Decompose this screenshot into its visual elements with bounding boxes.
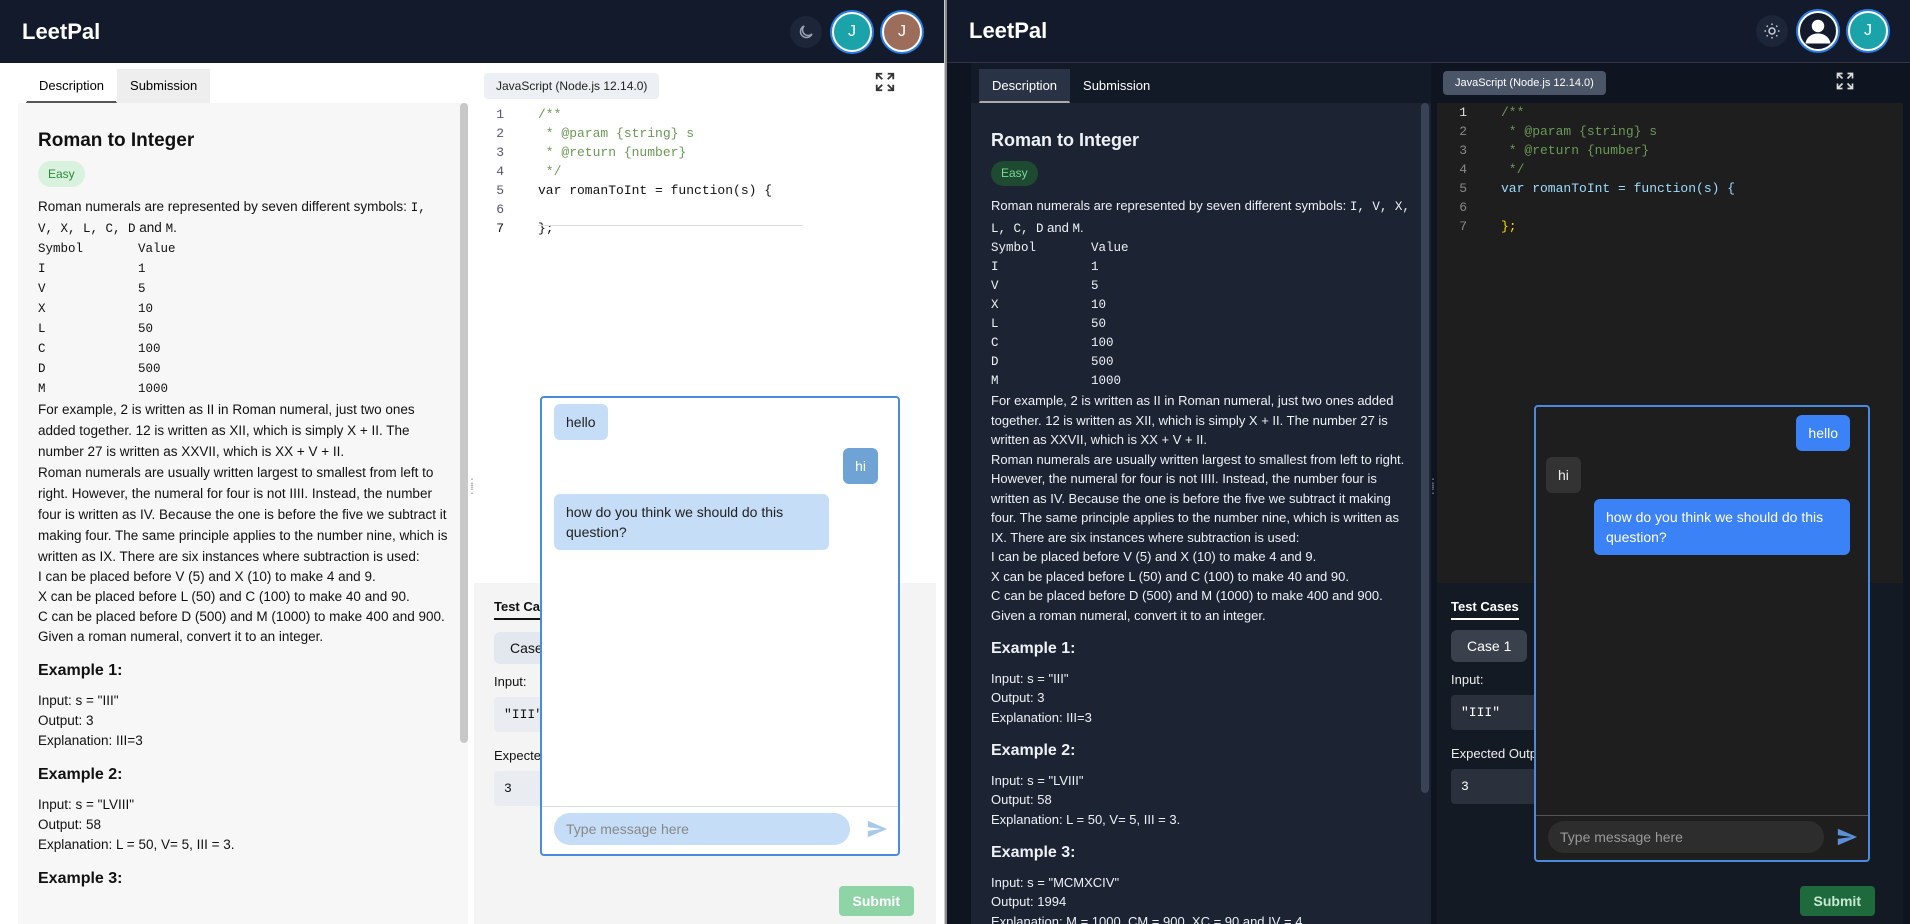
rule-2-dark: X can be placed before L (50) and C (100… xyxy=(991,568,1349,584)
app-header: LeetPal J J xyxy=(0,0,944,63)
example-1-title: Example 1: xyxy=(38,662,123,679)
example-3-output-dark: Output: 1994 xyxy=(991,894,1067,909)
app-logo[interactable]: LeetPal xyxy=(22,19,790,45)
rule-2: X can be placed before L (50) and C (100… xyxy=(38,589,410,604)
tab-description-dark[interactable]: Description xyxy=(979,69,1071,103)
language-selector[interactable]: JavaScript (Node.js 12.14.0) xyxy=(484,73,660,99)
example-1-output: Output: 3 xyxy=(38,713,94,728)
symbol-table: Symbol Value I1 V5 X 10 L 50 C 100 D 500 M 100… xyxy=(38,242,176,396)
problem-title: Roman to Integer xyxy=(38,130,195,151)
submit-button[interactable]: Submit xyxy=(838,886,914,916)
tab-submission-dark[interactable]: Submission xyxy=(1070,69,1163,103)
test-cases-tab-dark[interactable]: Test Cases xyxy=(1451,599,1519,620)
panel-resize-handle[interactable]: ⋮ ⋮ xyxy=(466,477,478,495)
problem-title-dark: Roman to Integer xyxy=(991,130,1140,150)
chat-input[interactable]: Type message here xyxy=(554,813,850,845)
fullscreen-icon[interactable] xyxy=(874,71,896,98)
code-editor[interactable]: 1/** 2 * @param {string} s 3 * @return {… xyxy=(474,105,914,245)
scrollbar-dark[interactable] xyxy=(1421,103,1429,793)
example-2-title: Example 2: xyxy=(38,766,123,783)
chat-window-dark: hello hi how do you think we should do t… xyxy=(1534,405,1870,862)
scrollbar[interactable] xyxy=(460,103,468,743)
para-order-dark: Roman numerals are usually written large… xyxy=(991,451,1405,545)
fullscreen-icon-dark[interactable] xyxy=(1835,71,1855,96)
description-panel: Description Submission Roman to Integer … xyxy=(18,63,468,924)
example-2-output-dark: Output: 58 xyxy=(991,792,1052,807)
chat-message-question: how do you think we should do this quest… xyxy=(554,494,829,550)
example-1-input: Input: s = "III" xyxy=(38,693,119,708)
rule-3-dark: C can be placed before D (500) and M (10… xyxy=(991,588,1383,603)
light-window: LeetPal J J Description Submission Roman… xyxy=(0,0,945,924)
tab-submission[interactable]: Submission xyxy=(117,69,211,103)
example-2-input: Input: s = "LVIII" xyxy=(38,797,135,812)
send-icon-dark[interactable] xyxy=(1836,826,1858,853)
panel-resize-handle-dark[interactable]: ⋮ ⋮ xyxy=(1427,477,1439,495)
sun-icon[interactable] xyxy=(1756,15,1788,47)
intro-text-dark: Roman numerals are represented by seven … xyxy=(991,198,1410,236)
avatar-dark[interactable]: J xyxy=(1848,11,1888,51)
language-selector-dark[interactable]: JavaScript (Node.js 12.14.0) xyxy=(1443,71,1606,95)
avatar-secondary[interactable]: J xyxy=(882,11,922,52)
moon-icon[interactable] xyxy=(790,15,822,48)
chat-message-hi: hi xyxy=(843,448,878,484)
difficulty-badge-dark: Easy xyxy=(991,160,1038,186)
app-header-dark: LeetPal J xyxy=(947,0,1910,63)
description-panel-dark: Description Submission Roman to Integer … xyxy=(971,63,1431,924)
submit-button-dark[interactable]: Submit xyxy=(1799,886,1875,916)
dark-window: LeetPal J Description Submission Roman t… xyxy=(947,0,1910,924)
para-order: Roman numerals are usually written large… xyxy=(38,465,448,564)
case-1-button-dark[interactable]: Case 1 xyxy=(1451,630,1528,662)
rule-3-closing: C can be placed before D (500) and M (10… xyxy=(38,609,445,644)
example-1-title-dark: Example 1: xyxy=(991,640,1076,657)
code-editor-dark[interactable]: 1/** 2 * @param {string} s 3 * @return {… xyxy=(1437,103,1877,243)
avatar[interactable]: J xyxy=(832,11,872,52)
example-2-input-dark: Input: s = "LVIII" xyxy=(991,772,1084,788)
app-logo-dark[interactable]: LeetPal xyxy=(969,18,1756,44)
closing-dark: Given a roman numeral, convert it to an … xyxy=(991,607,1266,623)
chat-message-hi-dark: hi xyxy=(1546,457,1581,493)
example-1-explanation-dark: Explanation: III=3 xyxy=(991,709,1092,725)
example-2-title-dark: Example 2: xyxy=(991,742,1076,759)
rule-1-dark: I can be placed before V (5) and X (10) … xyxy=(991,549,1317,564)
example-1-explanation: Explanation: III=3 xyxy=(38,733,143,748)
chat-message-question-dark: how do you think we should do this quest… xyxy=(1594,499,1850,555)
example-1-output-dark: Output: 3 xyxy=(991,690,1045,705)
example-3-title: Example 3: xyxy=(38,870,123,887)
example-3-input-dark: Input: s = "MCMXCIV" xyxy=(991,874,1120,890)
chat-window: hello hi how do you think we should do t… xyxy=(540,396,900,856)
chat-message-hello-dark: hello xyxy=(1796,415,1850,451)
symbol-table-dark: Symbol Value I1 V5 X 10 L 50 C 100 D 500 M 100… xyxy=(991,241,1129,388)
example-1-input-dark: Input: s = "III" xyxy=(991,670,1069,686)
send-icon[interactable] xyxy=(866,818,888,845)
para-example: For example, 2 is written as II in Roman… xyxy=(38,402,415,459)
para-example-dark: For example, 2 is written as II in Roman… xyxy=(991,393,1394,447)
example-3-title-dark: Example 3: xyxy=(991,844,1076,861)
example-3-explanation-dark: Explanation: M = 1000, CM = 900, XC = 90… xyxy=(991,913,1307,924)
chat-message-hello: hello xyxy=(554,404,608,440)
intro-text: Roman numerals are represented by seven … xyxy=(38,199,426,236)
example-2-output: Output: 58 xyxy=(38,817,102,832)
chat-input-dark[interactable]: Type message here xyxy=(1548,821,1824,853)
example-2-explanation: Explanation: L = 50, V= 5, III = 3. xyxy=(38,837,235,852)
user-avatar-icon[interactable] xyxy=(1798,11,1838,51)
example-2-explanation-dark: Explanation: L = 50, V= 5, III = 3. xyxy=(991,811,1181,827)
tab-description[interactable]: Description xyxy=(26,69,118,103)
rule-1: I can be placed before V (5) and X (10) … xyxy=(38,569,376,584)
difficulty-badge: Easy xyxy=(38,161,85,187)
